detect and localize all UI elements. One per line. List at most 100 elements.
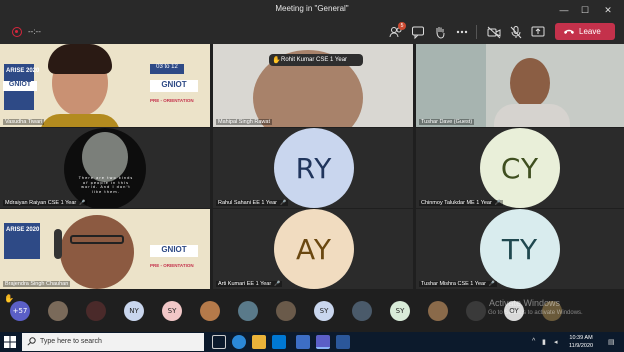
- initials-avatar: CY: [480, 128, 560, 208]
- banner-dates: 03 to 12: [150, 64, 184, 74]
- tile-name: Rahul Sahani EE 1 Year 🎤: [216, 200, 289, 206]
- banner-gniot: GNIOT: [150, 245, 198, 257]
- participant-avatar[interactable]: [466, 301, 486, 321]
- video-tile[interactable]: ARISE 2020 GNIOT PRE - ORIENTATION Braje…: [0, 209, 210, 289]
- participant-avatar[interactable]: SY: [390, 301, 410, 321]
- tile-name: Tushar Dave (Guest): [419, 119, 475, 125]
- store-icon[interactable]: [272, 335, 286, 349]
- headphones: [54, 229, 62, 259]
- participant-avatar[interactable]: NY: [124, 301, 144, 321]
- volume-icon[interactable]: ◂: [554, 338, 558, 346]
- task-view-icon[interactable]: [212, 335, 226, 349]
- tile-name-text: Tushar Mishra CSE 1 Year: [421, 281, 486, 287]
- chat-icon[interactable]: [410, 24, 426, 40]
- teams-icon[interactable]: [316, 335, 330, 349]
- tile-name-text: Chinmoy Talukdar ME 1 Year: [421, 200, 492, 206]
- chrome-icon[interactable]: [296, 335, 310, 349]
- banner-gniot-right: GNIOT: [150, 80, 198, 92]
- video-tile[interactable]: TY Tushar Mishra CSE 1 Year 🎤: [416, 209, 624, 289]
- camera-icon[interactable]: [486, 24, 502, 40]
- meeting-timer: --:--: [28, 27, 41, 36]
- window-title: Meeting in "General": [275, 4, 349, 13]
- word-icon[interactable]: [336, 335, 350, 349]
- banner-arise: ARISE 2020: [6, 68, 40, 74]
- maximize-button[interactable]: ☐: [576, 0, 594, 20]
- windows-start-icon[interactable]: [4, 336, 16, 348]
- tile-name: Vasudha Tiwari: [3, 119, 45, 125]
- participants-icon[interactable]: 5: [388, 22, 406, 40]
- more-participants-button[interactable]: +57: [10, 301, 30, 321]
- participant-face: [60, 215, 134, 289]
- file-explorer-icon[interactable]: [252, 335, 266, 349]
- eyeglasses: [70, 235, 124, 244]
- mic-off-icon: 🎤: [280, 200, 287, 206]
- mic-off-icon: 🎤: [494, 200, 502, 206]
- search-placeholder: Type here to search: [40, 338, 102, 345]
- banner-orientation: PRE - ORIENTATION: [150, 98, 194, 103]
- video-tile[interactable]: Rohit Kumar CSE 1 Year ✋ Mahipal Singh R…: [213, 44, 413, 127]
- initials-avatar: TY: [480, 209, 560, 289]
- notification-icon[interactable]: ▤: [608, 338, 615, 346]
- profile-picture: There are two kinds of people in this wo…: [64, 128, 146, 208]
- edge-browser-icon[interactable]: [232, 335, 246, 349]
- speaker-tag-label: Rohit Kumar CSE 1 Year: [281, 57, 348, 63]
- tray-chevron-icon[interactable]: ^: [532, 338, 535, 345]
- video-tile[interactable]: CY Chinmoy Talukdar ME 1 Year 🎤: [416, 128, 624, 208]
- clock-date: 11/9/2020: [569, 343, 594, 349]
- tile-name-text: Mdraiyan Raiyan CSE 1 Year: [5, 200, 77, 206]
- activate-windows-subtitle: Go to Settings to activate Windows.: [488, 310, 583, 316]
- search-icon: [27, 337, 36, 346]
- participant-clothing: [40, 114, 120, 127]
- participant-avatar[interactable]: [200, 301, 220, 321]
- title-bar: Meeting in "General" — ☐ ✕: [0, 0, 624, 20]
- tile-name: Chinmoy Talukdar ME 1 Year 🎤: [419, 200, 504, 206]
- share-screen-icon[interactable]: [530, 24, 546, 40]
- teams-meeting-window: Meeting in "General" — ☐ ✕ --:-- 5 Leave…: [0, 0, 624, 352]
- participant-avatar[interactable]: [238, 301, 258, 321]
- banner-gniot: GNIOT: [3, 81, 37, 91]
- initials-avatar: RY: [274, 128, 354, 208]
- raise-hand-icon[interactable]: [432, 24, 448, 40]
- network-icon[interactable]: ▮: [542, 338, 546, 346]
- close-button[interactable]: ✕: [599, 0, 617, 20]
- windows-taskbar: Type here to search ^ ▮ ◂ 10:39 AM 11/9/…: [0, 332, 624, 352]
- tile-name: Brajendra Singh Chauhan: [3, 281, 71, 287]
- video-tile[interactable]: Tushar Dave (Guest): [416, 44, 624, 127]
- taskbar-clock[interactable]: 10:39 AM 11/9/2020: [569, 334, 593, 350]
- participant-avatar[interactable]: [352, 301, 372, 321]
- raise-hand-icon: ✋: [4, 294, 14, 303]
- leave-label: Leave: [579, 27, 601, 36]
- leave-button[interactable]: Leave: [555, 23, 615, 40]
- participant-avatar[interactable]: [276, 301, 296, 321]
- participants-badge: 5: [398, 22, 406, 30]
- video-tile[interactable]: There are two kinds of people in this wo…: [0, 128, 210, 208]
- tile-name: Tushar Mishra CSE 1 Year 🎤: [419, 281, 498, 287]
- recording-icon: [12, 27, 22, 37]
- joker-face: [82, 132, 128, 182]
- mic-off-icon: 🎤: [79, 200, 86, 206]
- taskbar-search-box[interactable]: Type here to search: [22, 333, 204, 351]
- mic-off-icon: 🎤: [488, 281, 496, 287]
- participant-avatar[interactable]: SY: [314, 301, 334, 321]
- initials-avatar: AY: [274, 209, 354, 289]
- video-tile[interactable]: ARISE 2020 GNIOT 03 to 12 GNIOT PRE - OR…: [0, 44, 210, 127]
- video-tile[interactable]: AY Arti Kumari EE 1 Year 🎤: [213, 209, 413, 289]
- tile-name-text: Arti Kumari EE 1 Year: [218, 281, 272, 287]
- participant-avatar[interactable]: SY: [162, 301, 182, 321]
- raise-hand-icon: ✋: [272, 57, 281, 64]
- minimize-button[interactable]: —: [555, 0, 573, 20]
- participant-avatar[interactable]: [86, 301, 106, 321]
- participant-avatar[interactable]: [48, 301, 68, 321]
- participant-face: [510, 58, 550, 108]
- video-tile[interactable]: RY Rahul Sahani EE 1 Year 🎤: [213, 128, 413, 208]
- room-window: [416, 44, 486, 127]
- mic-icon[interactable]: [508, 24, 524, 40]
- participant-clothing: [494, 104, 570, 127]
- speaker-tag: Rohit Kumar CSE 1 Year: [269, 54, 363, 66]
- clock-time: 10:39 AM: [569, 335, 593, 341]
- tile-name: Mahipal Singh Rawat: [216, 119, 272, 125]
- phone-hangup-icon: [564, 29, 574, 34]
- more-options-icon[interactable]: [454, 24, 470, 40]
- activate-windows-title: Activate Windows: [489, 298, 561, 308]
- participant-avatar[interactable]: [428, 301, 448, 321]
